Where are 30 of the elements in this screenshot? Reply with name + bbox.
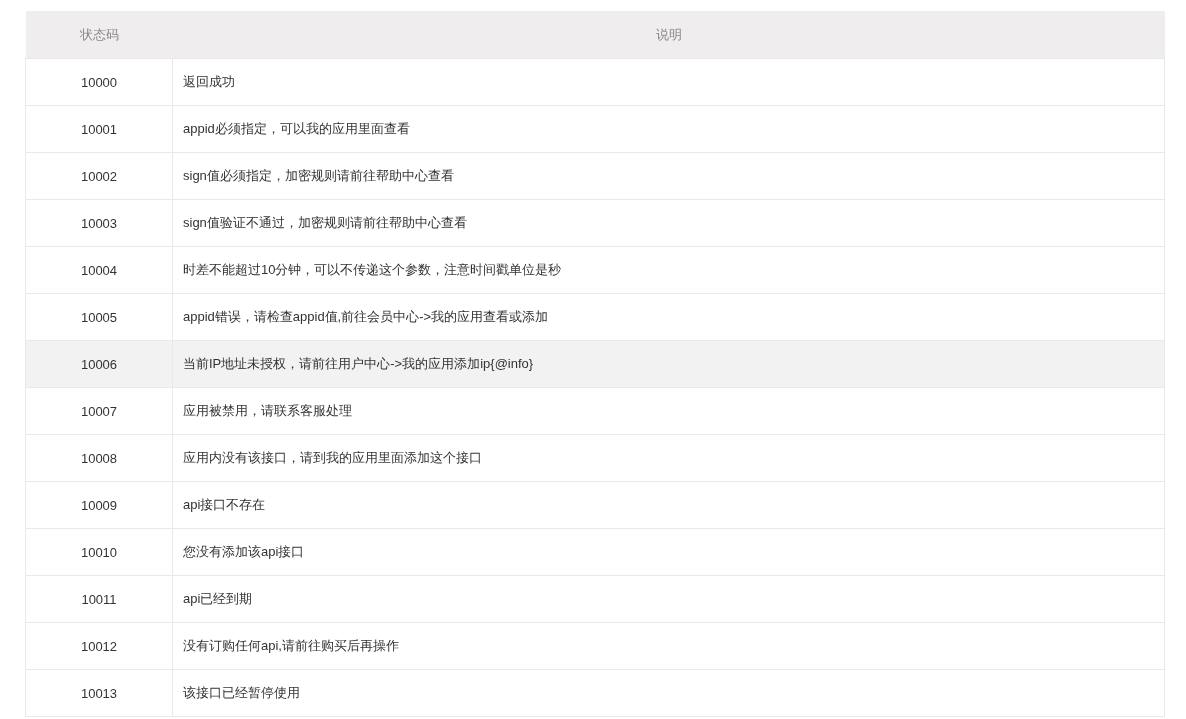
table-cell: 10008 bbox=[25, 434, 173, 482]
column-header: 说明 bbox=[172, 11, 1165, 59]
table-cell: 当前IP地址未授权，请前往用户中心->我的应用添加ip{@info} bbox=[172, 340, 1165, 388]
table-cell: api已经到期 bbox=[172, 575, 1165, 623]
table-cell: 应用被禁用，请联系客服处理 bbox=[172, 387, 1165, 435]
table-cell: 10002 bbox=[25, 152, 173, 200]
table-cell: sign值必须指定，加密规则请前往帮助中心查看 bbox=[172, 152, 1165, 200]
table-cell: 10013 bbox=[25, 669, 173, 717]
table-cell: api接口不存在 bbox=[172, 481, 1165, 529]
table-cell: appid必须指定，可以我的应用里面查看 bbox=[172, 105, 1165, 153]
table-cell: 10004 bbox=[25, 246, 173, 294]
column-header: 状态码 bbox=[25, 11, 173, 59]
table-cell: 10007 bbox=[25, 387, 173, 435]
table-cell: appid错误，请检查appid值,前往会员中心->我的应用查看或添加 bbox=[172, 293, 1165, 341]
table-cell: 10000 bbox=[25, 58, 173, 106]
table-cell: 10001 bbox=[25, 105, 173, 153]
table-cell: 您没有添加该api接口 bbox=[172, 528, 1165, 576]
table-cell: 10011 bbox=[25, 575, 173, 623]
table-cell: 10003 bbox=[25, 199, 173, 247]
table-cell: 10006 bbox=[25, 340, 173, 388]
table-cell: 10005 bbox=[25, 293, 173, 341]
table-cell: 没有订购任何api,请前往购买后再操作 bbox=[172, 622, 1165, 670]
table-cell: 10010 bbox=[25, 528, 173, 576]
table-cell: 该接口已经暂停使用 bbox=[172, 669, 1165, 717]
table-cell: 返回成功 bbox=[172, 58, 1165, 106]
table-cell: 应用内没有该接口，请到我的应用里面添加这个接口 bbox=[172, 434, 1165, 482]
table-cell: 10009 bbox=[25, 481, 173, 529]
table-cell: sign值验证不通过，加密规则请前往帮助中心查看 bbox=[172, 199, 1165, 247]
table-cell: 10012 bbox=[25, 622, 173, 670]
table-cell: 时差不能超过10分钟，可以不传递这个参数，注意时间戳单位是秒 bbox=[172, 246, 1165, 294]
